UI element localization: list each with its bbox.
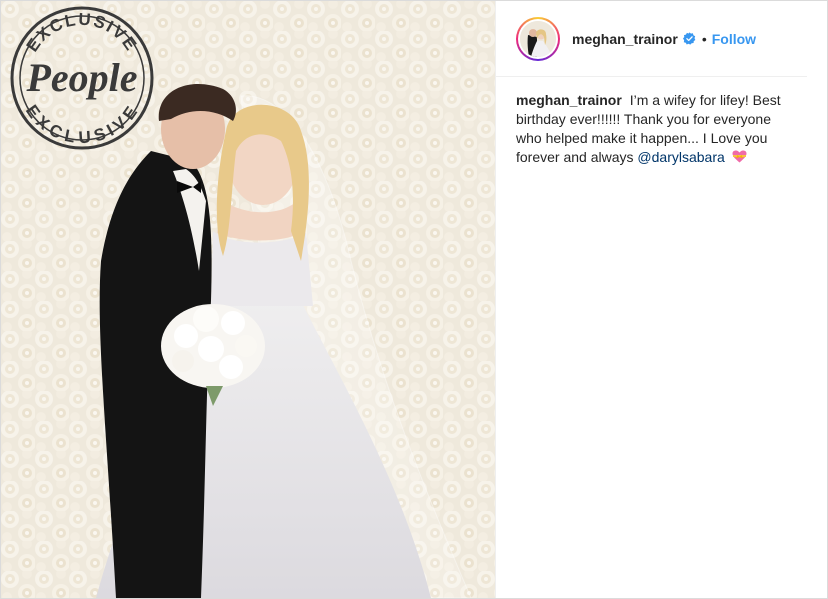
people-exclusive-watermark: EXCLUSIVE People EXCLUSIVE xyxy=(10,6,154,150)
watermark-bottom-text: EXCLUSIVE xyxy=(22,101,140,147)
post-header: meghan_trainor • Follow xyxy=(496,1,807,77)
heart-with-ribbon-icon xyxy=(732,150,747,163)
watermark-brand-text: People xyxy=(25,55,137,100)
header-separator: • xyxy=(701,30,707,47)
caption-username[interactable]: meghan_trainor xyxy=(516,92,622,108)
verified-badge-icon xyxy=(682,32,696,45)
avatar-image xyxy=(520,20,556,57)
post-photo[interactable]: EXCLUSIVE People EXCLUSIVE xyxy=(1,1,495,598)
post-sidebar: meghan_trainor • Follow meghan_trainor I… xyxy=(495,1,827,598)
post-caption: meghan_trainor I’m a wifey for lifey! Be… xyxy=(496,77,806,167)
caption-mention-link[interactable]: @darylsabara xyxy=(637,149,724,165)
svg-text:EXCLUSIVE: EXCLUSIVE xyxy=(22,101,142,147)
header-username[interactable]: meghan_trainor xyxy=(572,31,678,47)
watermark-top-text: EXCLUSIVE xyxy=(23,10,140,55)
follow-button[interactable]: Follow xyxy=(712,31,756,47)
avatar-story-ring[interactable] xyxy=(516,16,560,61)
instagram-post: EXCLUSIVE People EXCLUSIVE meghan_traino… xyxy=(0,0,828,599)
svg-text:EXCLUSIVE: EXCLUSIVE xyxy=(23,10,142,55)
avatar[interactable] xyxy=(518,18,558,59)
